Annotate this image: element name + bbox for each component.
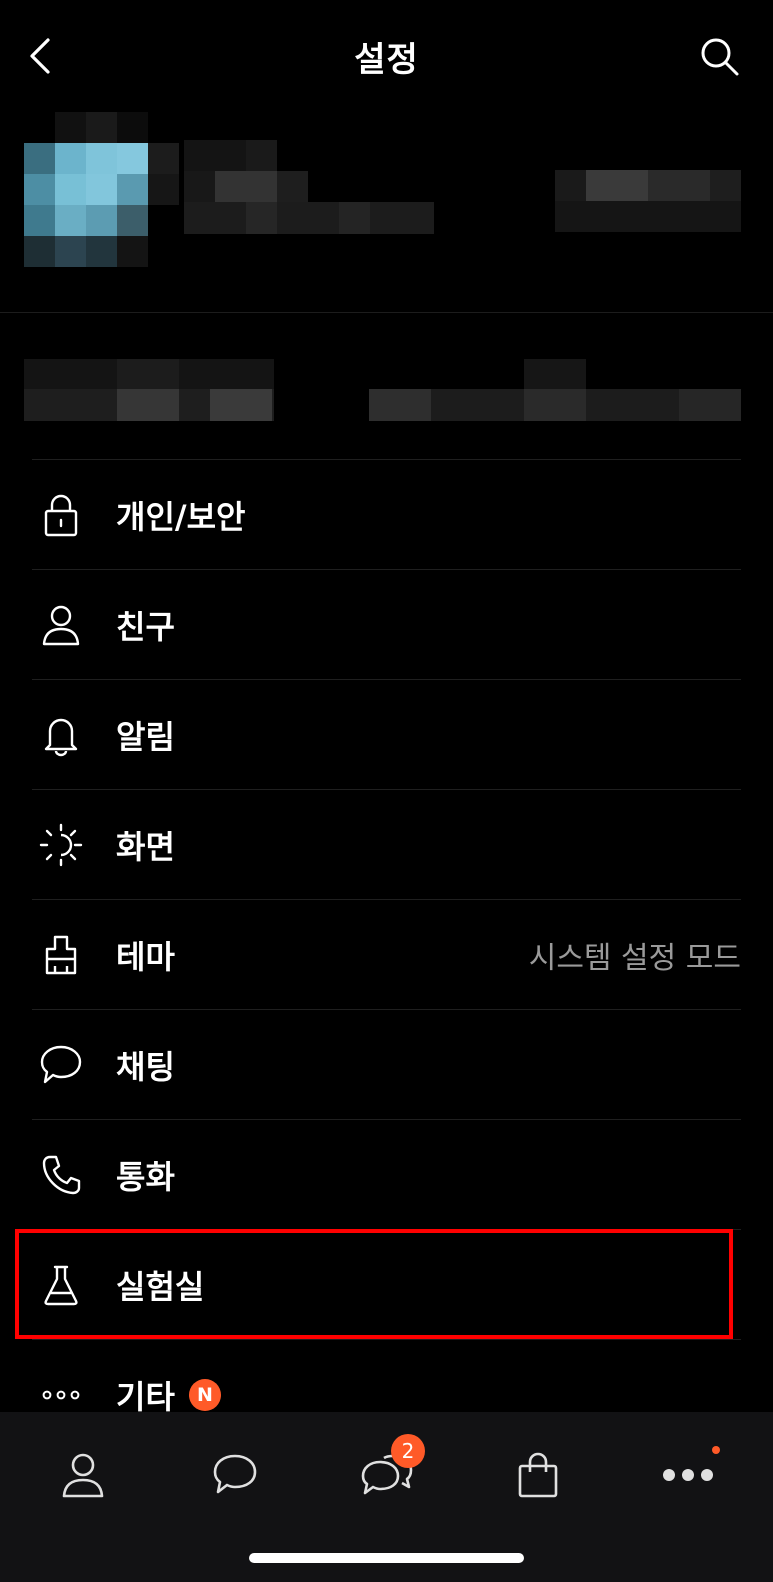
menu-item-notifications[interactable]: 알림 xyxy=(32,679,741,789)
tab-shopping[interactable] xyxy=(498,1440,578,1510)
menu-item-privacy-security[interactable]: 개인/보안 xyxy=(32,459,741,569)
theme-value: 시스템 설정 모드 xyxy=(528,940,741,976)
menu-item-label: 실험실 xyxy=(116,1267,205,1306)
menu-item-lab[interactable]: 실험실 xyxy=(32,1229,741,1339)
menu-item-label: 개인/보안 xyxy=(116,497,246,536)
account-info-blurred xyxy=(24,359,749,439)
menu-item-label: 채팅 xyxy=(116,1047,175,1086)
menu-item-label: 테마 xyxy=(116,937,175,976)
profile-status-blurred xyxy=(555,170,745,234)
menu-item-label: 알림 xyxy=(116,717,175,756)
page-title: 설정 xyxy=(354,40,419,80)
more-icon xyxy=(38,1372,84,1418)
menu-item-chats[interactable]: 채팅 xyxy=(32,1009,741,1119)
new-badge: N xyxy=(188,1378,221,1411)
account-card[interactable] xyxy=(0,345,773,445)
new-dot xyxy=(712,1446,720,1454)
brightness-icon xyxy=(38,822,84,868)
flask-icon xyxy=(38,1262,84,1308)
menu-item-friends[interactable]: 친구 xyxy=(32,569,741,679)
brush-icon xyxy=(38,932,84,978)
phone-icon xyxy=(38,1152,84,1198)
chat-bubble-icon xyxy=(38,1042,84,1088)
menu-item-label: 친구 xyxy=(116,607,175,646)
bell-icon xyxy=(38,712,84,758)
home-indicator[interactable] xyxy=(249,1553,524,1563)
chat-bubble-icon xyxy=(213,1454,257,1494)
header: 설정 xyxy=(0,0,773,112)
menu-item-label: 통화 xyxy=(116,1157,175,1196)
lock-icon xyxy=(38,492,84,538)
menu-item-display[interactable]: 화면 xyxy=(32,789,741,899)
menu-item-theme[interactable]: 테마 시스템 설정 모드 xyxy=(32,899,741,1009)
unread-count-badge: 2 xyxy=(391,1434,425,1468)
settings-menu: 개인/보안 친구 알림 화면 테마 시스템 설정 모드 채팅 통화 실험실 기타… xyxy=(0,459,773,1449)
more-dots-icon xyxy=(663,1469,713,1481)
search-button[interactable] xyxy=(699,36,741,78)
shopping-bag-icon xyxy=(518,1452,558,1498)
menu-item-calls[interactable]: 통화 xyxy=(32,1119,741,1229)
menu-item-label: 기타 xyxy=(116,1377,175,1416)
menu-item-label: 화면 xyxy=(116,827,175,866)
tab-openchat[interactable]: 2 xyxy=(347,1434,427,1510)
profile-name-blurred xyxy=(184,140,454,236)
person-icon xyxy=(62,1453,104,1498)
search-icon xyxy=(701,38,739,76)
tab-friends[interactable] xyxy=(43,1440,123,1510)
tab-chats[interactable] xyxy=(195,1440,275,1510)
profile-card[interactable] xyxy=(0,100,773,313)
person-icon xyxy=(38,602,84,648)
avatar xyxy=(24,112,184,268)
tab-more[interactable] xyxy=(648,1440,728,1510)
